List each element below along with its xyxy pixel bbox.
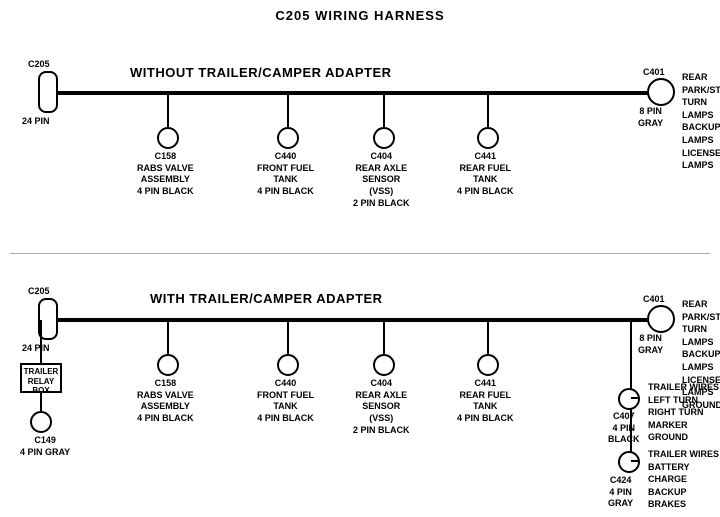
s1-c441-circle bbox=[477, 127, 499, 149]
relay-to-bus-vline bbox=[40, 320, 42, 363]
s1-c158-vline bbox=[167, 93, 169, 128]
s2-c401-id: C401 bbox=[643, 294, 665, 306]
s2-c440-label: C440FRONT FUELTANK4 PIN BLACK bbox=[257, 378, 314, 425]
s1-c205-id: C205 bbox=[28, 59, 50, 71]
s1-c441-vline bbox=[487, 93, 489, 128]
s1-c404-label: C404REAR AXLESENSOR(VSS)2 PIN BLACK bbox=[353, 151, 410, 209]
s2-c424-hline bbox=[631, 460, 639, 462]
s1-c440-vline bbox=[287, 93, 289, 128]
s2-c407-right: TRAILER WIRESLEFT TURNRIGHT TURNMARKERGR… bbox=[648, 381, 719, 444]
diagram-container: WITHOUT TRAILER/CAMPER ADAPTER C205 24 P… bbox=[0, 23, 720, 513]
s1-8pin-gray: 8 PINGRAY bbox=[638, 106, 663, 129]
section1-label: WITHOUT TRAILER/CAMPER ADAPTER bbox=[130, 65, 392, 80]
s2-bus-line bbox=[55, 318, 655, 322]
s1-24pin: 24 PIN bbox=[22, 116, 50, 128]
s2-c424-right: TRAILER WIRESBATTERY CHARGEBACKUPBRAKES bbox=[648, 448, 720, 511]
s2-c441-vline bbox=[487, 320, 489, 355]
s2-24pin: 24 PIN bbox=[22, 343, 50, 355]
s2-c407-circle bbox=[618, 388, 640, 410]
s1-c440-label: C440FRONT FUELTANK4 PIN BLACK bbox=[257, 151, 314, 198]
s2-c404-label: C404REAR AXLESENSOR(VSS)2 PIN BLACK bbox=[353, 378, 410, 436]
s2-c158-circle bbox=[157, 354, 179, 376]
s1-left-connector bbox=[38, 71, 58, 113]
s2-c407-label: C4074 PINBLACK bbox=[608, 411, 640, 446]
s1-c158-circle bbox=[157, 127, 179, 149]
trailer-relay-box: TRAILERRELAYBOX bbox=[20, 363, 62, 393]
s1-c158-label: C158RABS VALVEASSEMBLY4 PIN BLACK bbox=[137, 151, 194, 198]
s1-c404-vline bbox=[383, 93, 385, 128]
s2-c440-vline bbox=[287, 320, 289, 355]
relay-to-c149-vline bbox=[40, 393, 42, 413]
s1-c401-id: C401 bbox=[643, 67, 665, 79]
s2-c404-circle bbox=[373, 354, 395, 376]
s1-right-connector bbox=[647, 78, 675, 106]
s2-c149-circle bbox=[30, 411, 52, 433]
divider bbox=[10, 253, 710, 254]
s2-c205-id: C205 bbox=[28, 286, 50, 298]
page-title: C205 WIRING HARNESS bbox=[0, 0, 720, 23]
s1-c441-label: C441REAR FUELTANK4 PIN BLACK bbox=[457, 151, 514, 198]
s2-c149-label: C1494 PIN GRAY bbox=[20, 435, 70, 458]
s2-c441-label: C441REAR FUELTANK4 PIN BLACK bbox=[457, 378, 514, 425]
s1-c440-circle bbox=[277, 127, 299, 149]
s2-c424-label: C4244 PINGRAY bbox=[608, 475, 633, 510]
s1-c404-circle bbox=[373, 127, 395, 149]
s2-c158-label: C158RABS VALVEASSEMBLY4 PIN BLACK bbox=[137, 378, 194, 425]
s2-c158-vline bbox=[167, 320, 169, 355]
section2-label: WITH TRAILER/CAMPER ADAPTER bbox=[150, 291, 383, 306]
s1-right-text: REAR PARK/STOPTURN LAMPSBACKUP LAMPSLICE… bbox=[682, 71, 720, 172]
s2-right-connector bbox=[647, 305, 675, 333]
s2-c404-vline bbox=[383, 320, 385, 355]
s2-c440-circle bbox=[277, 354, 299, 376]
s2-c441-circle bbox=[477, 354, 499, 376]
s1-bus-line bbox=[55, 91, 655, 95]
s2-c424-circle bbox=[618, 451, 640, 473]
s2-8pin-gray: 8 PINGRAY bbox=[638, 333, 663, 356]
s2-c407-hline bbox=[631, 397, 639, 399]
